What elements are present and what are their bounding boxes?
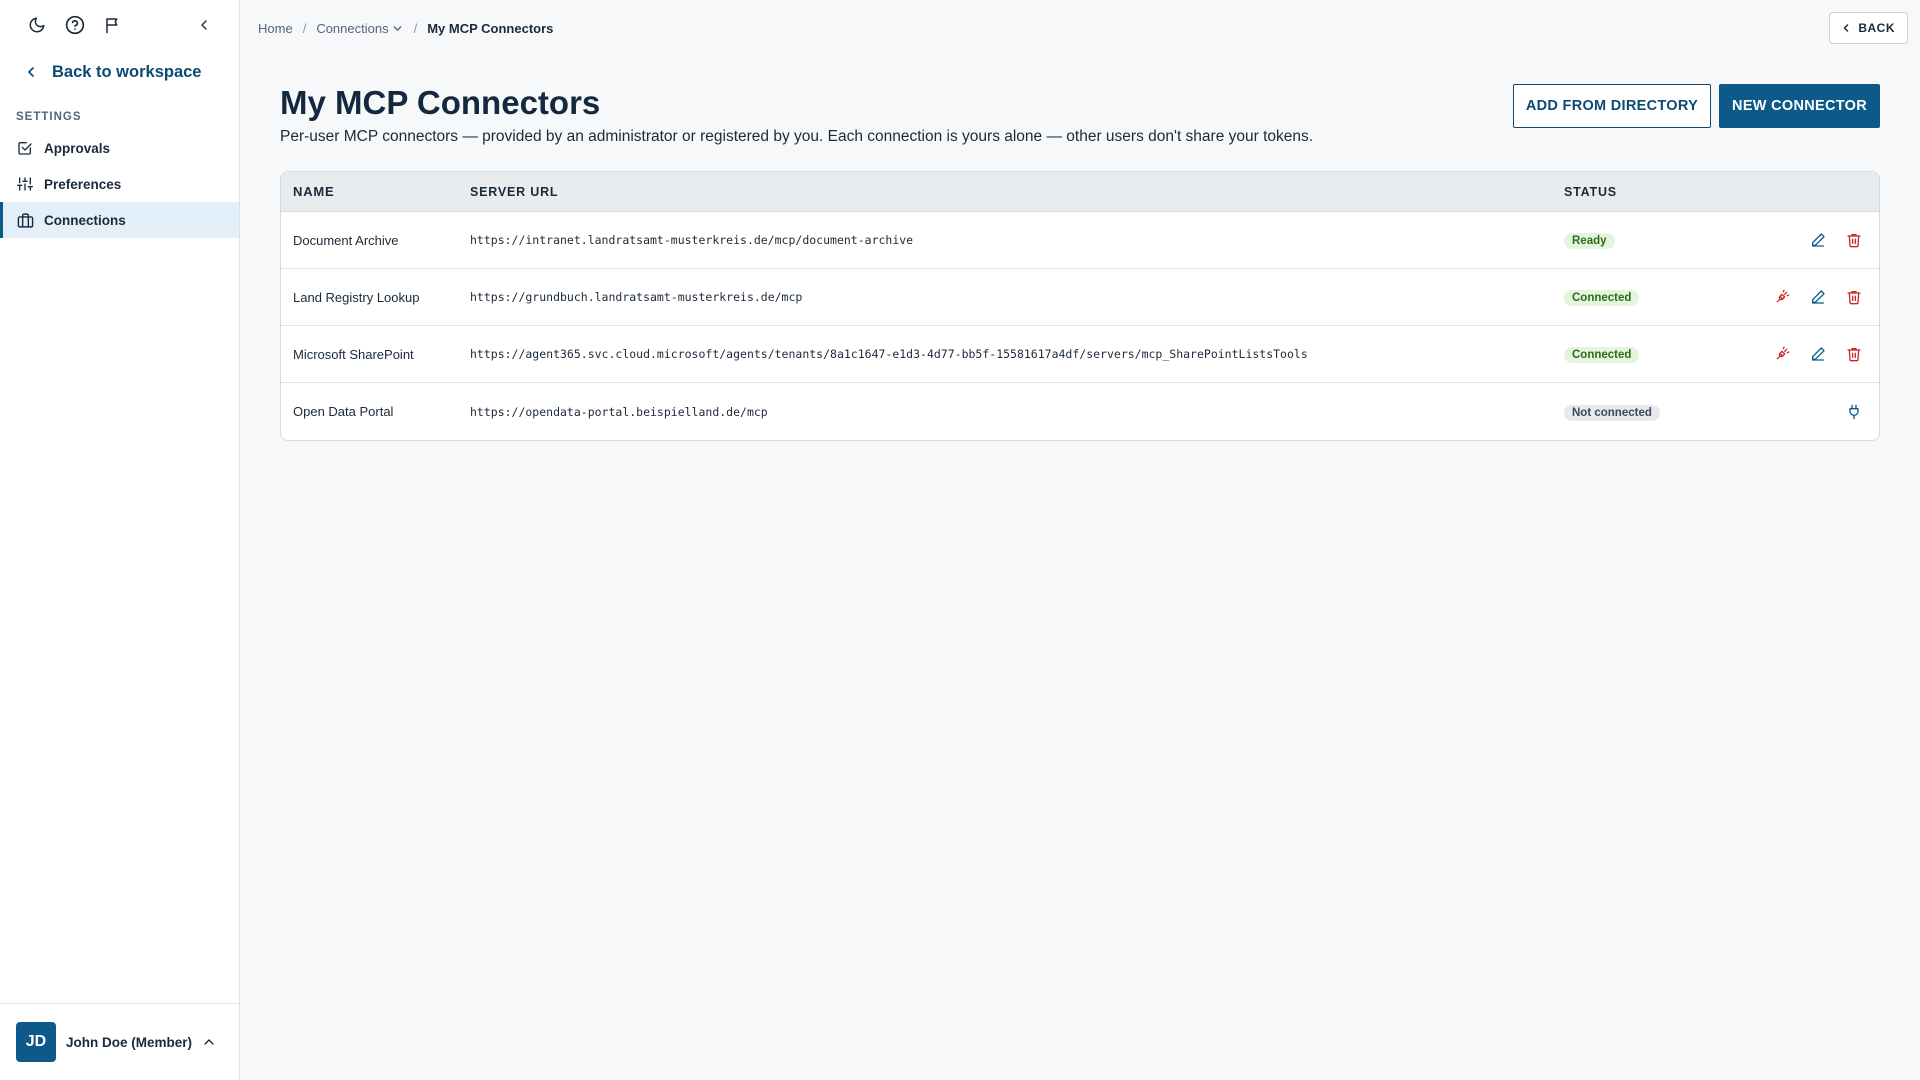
moon-icon[interactable] (24, 12, 50, 38)
disconnect-icon[interactable] (1771, 343, 1793, 365)
status-cell: Ready (1564, 231, 1754, 249)
add-from-directory-button[interactable]: ADD FROM DIRECTORY (1512, 84, 1712, 128)
avatar: JD (16, 1022, 56, 1062)
status-badge: Connected (1564, 290, 1640, 306)
chevron-down-icon (391, 22, 404, 35)
chevron-left-icon (1840, 22, 1852, 34)
settings-section-label: SETTINGS (16, 111, 82, 123)
user-name: John Doe (Member) (66, 1034, 193, 1050)
connector-url: https://grundbuch.landratsamt-musterkrei… (470, 290, 803, 304)
collapse-sidebar-icon[interactable] (191, 12, 217, 38)
table-row: Open Data Portal https://opendata-portal… (281, 383, 1879, 440)
status-cell: Connected (1564, 288, 1754, 306)
breadcrumb-connections[interactable]: Connections (316, 21, 403, 36)
back-to-workspace-label: Back to workspace (52, 62, 202, 81)
column-header-name: NAME (293, 184, 335, 199)
status-badge: Not connected (1564, 404, 1660, 421)
sidebar: Back to workspace SETTINGS Approvals Pre… (0, 0, 240, 1080)
table-row: Microsoft SharePoint https://agent365.sv… (281, 326, 1879, 383)
status-cell: Connected (1564, 345, 1754, 363)
main-content: Home / Connections / My MCP Connectors B… (240, 0, 1920, 1080)
row-actions (1754, 229, 1879, 251)
back-button[interactable]: BACK (1829, 12, 1908, 44)
column-header-url: SERVER URL (470, 184, 559, 199)
connector-name: Open Data Portal (293, 404, 394, 419)
table-row: Document Archive https://intranet.landra… (281, 212, 1879, 269)
sidebar-item-approvals[interactable]: Approvals (0, 130, 239, 166)
chevron-left-icon (20, 61, 42, 83)
connector-url: https://opendata-portal.beispielland.de/… (470, 404, 768, 419)
back-button-label: BACK (1858, 21, 1895, 35)
chevron-up-icon (199, 1032, 219, 1052)
disconnect-icon[interactable] (1771, 286, 1793, 308)
connectors-table: NAME SERVER URL STATUS Document Archive … (280, 171, 1880, 441)
edit-icon[interactable] (1807, 343, 1829, 365)
breadcrumb-current: My MCP Connectors (427, 20, 554, 36)
connector-name: Document Archive (293, 232, 399, 248)
connector-url: https://intranet.landratsamt-musterkreis… (470, 233, 914, 247)
header-actions: ADD FROM DIRECTORY NEW CONNECTOR (1512, 84, 1880, 128)
sidebar-item-label: Approvals (44, 140, 111, 156)
trash-icon[interactable] (1843, 229, 1865, 251)
trash-icon[interactable] (1843, 286, 1865, 308)
sliders-icon (16, 175, 34, 193)
briefcase-icon (16, 211, 34, 229)
table-header: NAME SERVER URL STATUS (281, 172, 1879, 212)
row-actions (1754, 343, 1879, 365)
row-actions (1754, 401, 1879, 423)
plug-icon[interactable] (1843, 401, 1865, 423)
breadcrumb-home[interactable]: Home (258, 21, 293, 36)
connector-name: Land Registry Lookup (293, 289, 420, 305)
sidebar-item-connections[interactable]: Connections (0, 202, 239, 238)
status-cell: Not connected (1564, 403, 1754, 421)
sidebar-toolbar (0, 0, 239, 50)
sidebar-item-label: Preferences (44, 176, 122, 192)
checkbox-icon (16, 139, 34, 157)
new-connector-button[interactable]: NEW CONNECTOR (1719, 84, 1880, 128)
edit-icon[interactable] (1807, 229, 1829, 251)
connector-url: https://agent365.svc.cloud.microsoft/age… (470, 347, 1308, 361)
breadcrumb-connections-label: Connections (316, 20, 389, 36)
edit-icon[interactable] (1807, 286, 1829, 308)
status-badge: Ready (1564, 233, 1615, 249)
column-header-status: STATUS (1564, 184, 1617, 199)
page-description: Per-user MCP connectors — provided by an… (280, 128, 1314, 145)
table-row: Land Registry Lookup https://grundbuch.l… (281, 269, 1879, 326)
status-badge: Connected (1564, 347, 1640, 363)
sidebar-item-label: Connections (44, 212, 126, 228)
flag-icon[interactable] (100, 12, 126, 38)
breadcrumb-separator: / (302, 20, 307, 36)
row-actions (1754, 286, 1879, 308)
breadcrumb-separator: / (413, 20, 418, 36)
sidebar-item-preferences[interactable]: Preferences (0, 166, 239, 202)
user-menu[interactable]: JD John Doe (Member) (0, 1003, 239, 1080)
help-icon[interactable] (62, 12, 88, 38)
page-title: My MCP Connectors (280, 84, 601, 121)
breadcrumb: Home / Connections / My MCP Connectors (258, 18, 553, 38)
back-to-workspace-link[interactable]: Back to workspace (0, 50, 239, 94)
connector-name: Microsoft SharePoint (293, 346, 414, 362)
trash-icon[interactable] (1843, 343, 1865, 365)
